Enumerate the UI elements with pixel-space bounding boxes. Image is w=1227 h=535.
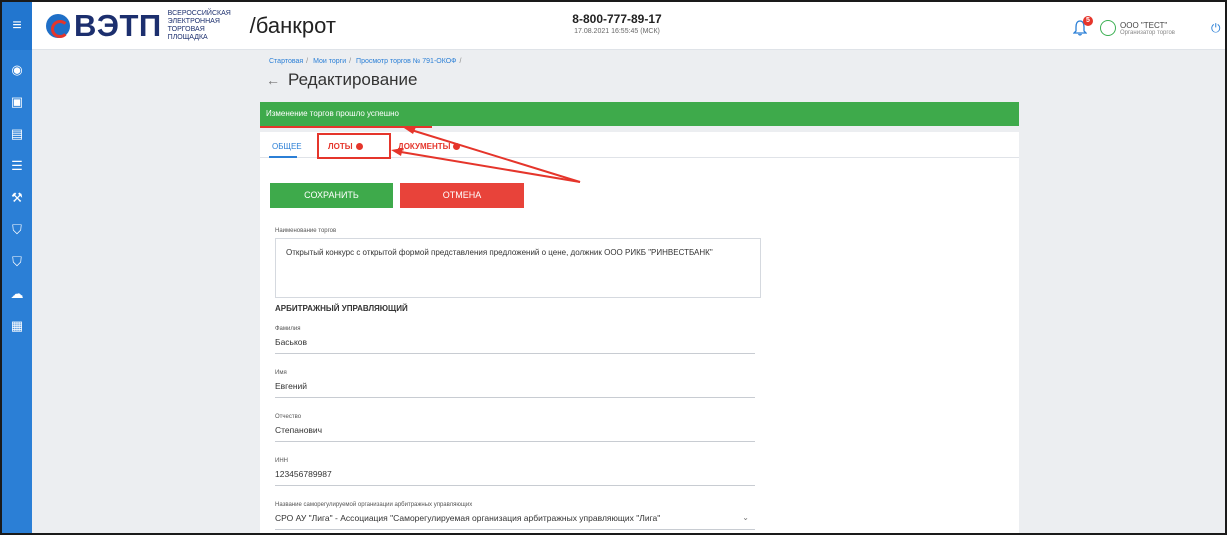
breadcrumb-item-trade-view[interactable]: Просмотр торгов № 791-ОКОФ [356,58,456,65]
logo-subtitle: Всероссийская электронная торговая площа… [167,10,231,41]
dashboard-icon[interactable]: ◉ [9,62,25,78]
list-icon[interactable]: ☰ [9,158,25,174]
user-name: ООО "ТЕСТ" [1120,20,1168,30]
logo-suffix: /банкрот [249,13,336,38]
contract-icon[interactable]: ▤ [9,126,25,142]
trade-name-label: Наименование торгов [275,228,337,234]
contact-block: 8-800-777-89-17 17.08.2021 16:55:45 (МСК… [542,12,692,35]
menu-icon[interactable]: ≡ [2,2,32,50]
page-title: ← Редактирование [266,70,418,90]
section-title-manager: Арбитражный управляющий [275,304,408,313]
contacts-icon[interactable]: ▦ [9,318,25,334]
user-avatar-icon [1100,20,1116,36]
phone-number: 8-800-777-89-17 [572,12,662,26]
firstname-field[interactable]: Евгений [275,380,755,398]
document-add-icon[interactable]: ▣ [9,94,25,110]
sro-select[interactable]: СРО АУ "Лига" - Ассоциация "Саморегулиру… [275,512,755,530]
active-tab-indicator [269,156,297,158]
chevron-down-icon: ⌄ [742,513,749,522]
logo-text: ВЭТП [74,8,162,43]
back-arrow-icon[interactable]: ← [266,72,280,88]
save-button[interactable]: Сохранить [270,183,393,208]
patronymic-field[interactable]: Степанович [275,424,755,442]
sro-selected-value: СРО АУ "Лига" - Ассоциация "Саморегулиру… [275,513,661,523]
logo-mark-icon [46,14,70,38]
tab-general[interactable]: Общее [272,142,302,151]
tab-documents[interactable]: Документы [398,142,461,151]
error-dot-icon [453,143,461,151]
bid-alt-icon[interactable]: ⛉ [9,254,25,270]
trade-name-field[interactable]: Открытый конкурс с открытой формой предс… [275,238,761,298]
lastname-field[interactable]: Баськов [275,336,755,354]
auction-icon[interactable]: ⚒ [9,190,25,206]
patronymic-label: Отчество [275,414,302,420]
sro-label: Название саморегулируемой организации ар… [275,502,473,508]
logout-icon[interactable]: ⏻ [1211,22,1223,34]
breadcrumb-item-my-trades[interactable]: Мои торги [313,58,346,65]
user-menu[interactable]: ООО "ТЕСТ" Организатор торгов [1100,20,1175,36]
firstname-label: Имя [275,370,287,376]
inn-label: ИНН [275,458,288,464]
edit-form-card: Общее Лоты Документы Сохранить Отмена На… [260,132,1019,533]
server-datetime: 17.08.2021 16:55:45 (МСК) [574,28,660,35]
page-title-text: Редактирование [288,70,418,89]
cloud-icon[interactable]: ☁ [9,286,25,302]
cancel-button[interactable]: Отмена [400,183,524,208]
breadcrumb-item-home[interactable]: Стартовая [269,58,303,65]
success-alert: Изменение торгов прошло успешно [260,102,1019,126]
annotation-highlight-box [317,133,391,159]
bid-icon[interactable]: ⛉ [9,222,25,238]
logo[interactable]: ВЭТП Всероссийская электронная торговая … [46,8,336,43]
sidebar: ≡ ◉ ▣ ▤ ☰ ⚒ ⛉ ⛉ ☁ ▦ [2,2,32,533]
breadcrumb: Стартовая / Мои торги / Просмотр торгов № … [269,58,462,65]
tab-documents-label: Документы [398,142,451,151]
user-role: Организатор торгов [1120,29,1175,36]
tab-bar: Общее Лоты Документы [260,132,1019,159]
inn-field[interactable]: 123456789987 [275,468,755,486]
app-window: ≡ ◉ ▣ ▤ ☰ ⚒ ⛉ ⛉ ☁ ▦ ВЭТП Всероссийская э… [0,0,1227,535]
lastname-label: Фамилия [275,326,301,332]
notification-badge: 5 [1083,16,1093,26]
